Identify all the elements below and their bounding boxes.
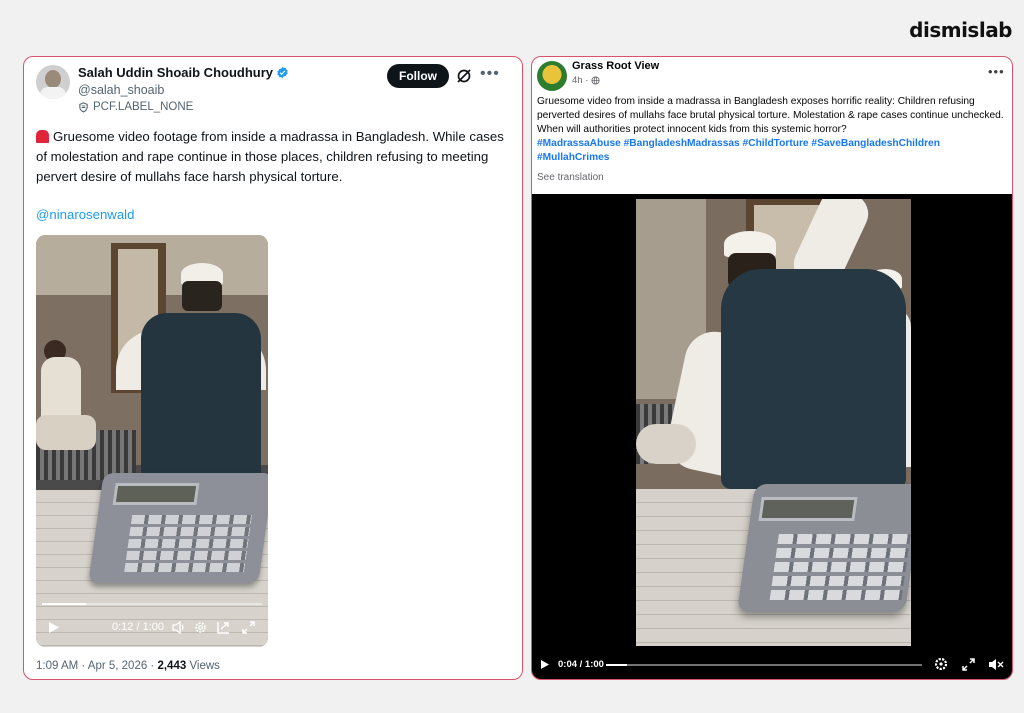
views-label: Views	[189, 660, 220, 672]
account-label-text: PCF.LABEL_NONE	[93, 101, 194, 113]
fullscreen-icon[interactable]	[242, 621, 255, 634]
author-avatar[interactable]	[36, 65, 70, 99]
video-progress-bar[interactable]	[42, 603, 262, 605]
post-text-body: Gruesome video from inside a madrassa in…	[537, 96, 1004, 135]
volume-icon[interactable]	[172, 621, 186, 634]
video-time: 0:04 / 1:00	[558, 659, 604, 670]
video-player[interactable]: 0:12 / 1:00	[36, 235, 268, 647]
fullscreen-icon[interactable]	[962, 658, 975, 671]
views-count: 2,443	[157, 660, 187, 672]
post-meta: 1:09 AM · Apr 5, 2026 · 2,443 Views	[36, 660, 220, 672]
video-frame	[636, 199, 911, 646]
page-name[interactable]: Grass Root View	[572, 60, 659, 72]
mute-icon[interactable]	[988, 658, 1004, 671]
see-translation-link[interactable]: See translation	[537, 172, 604, 183]
settings-gear-icon[interactable]	[934, 657, 948, 671]
siren-emoji-icon	[36, 130, 49, 143]
author-handle[interactable]: @salah_shoaib	[78, 83, 164, 97]
play-icon[interactable]	[540, 659, 550, 670]
globe-icon	[591, 76, 600, 85]
account-label: PCF.LABEL_NONE	[78, 101, 193, 113]
mention-link[interactable]: @ninarosenwald	[36, 207, 134, 222]
more-options-icon[interactable]: •••	[988, 65, 1005, 78]
author-name-row[interactable]: Salah Uddin Shoaib Choudhury	[78, 65, 289, 80]
post-time: 4h ·	[572, 75, 600, 86]
video-time: 0:12 / 1:00	[112, 621, 164, 633]
post-text-body: Gruesome video footage from inside a mad…	[36, 129, 504, 184]
page-avatar[interactable]	[537, 61, 567, 91]
facebook-post-card: Grass Root View 4h · ••• Gruesome video …	[531, 56, 1013, 680]
verified-badge-icon	[277, 66, 288, 79]
settings-gear-icon[interactable]	[194, 621, 207, 634]
video-player[interactable]: 0:04 / 1:00	[532, 194, 1012, 679]
more-options-icon[interactable]: •••	[480, 66, 500, 82]
hashtags[interactable]: #MadrassaAbuse #BangladeshMadrassas #Chi…	[537, 137, 1007, 165]
share-export-icon[interactable]	[216, 621, 230, 634]
grok-icon[interactable]	[456, 68, 472, 84]
video-progress-fill	[42, 603, 86, 605]
dismislab-logo: dismislab	[909, 18, 1012, 42]
author-name[interactable]: Salah Uddin Shoaib Choudhury	[78, 65, 273, 80]
post-text: Gruesome video from inside a madrassa in…	[537, 95, 1007, 165]
follow-button[interactable]: Follow	[387, 64, 449, 88]
video-progress-bar[interactable]	[606, 664, 922, 666]
video-progress-fill	[606, 664, 628, 666]
play-icon[interactable]	[48, 621, 60, 634]
x-post-card: Salah Uddin Shoaib Choudhury @salah_shoa…	[23, 56, 523, 680]
post-time-text[interactable]: 4h ·	[572, 75, 588, 86]
post-timestamp[interactable]: 1:09 AM · Apr 5, 2026 ·	[36, 660, 154, 672]
post-text: Gruesome video footage from inside a mad…	[36, 127, 506, 187]
label-shield-icon	[79, 101, 88, 113]
